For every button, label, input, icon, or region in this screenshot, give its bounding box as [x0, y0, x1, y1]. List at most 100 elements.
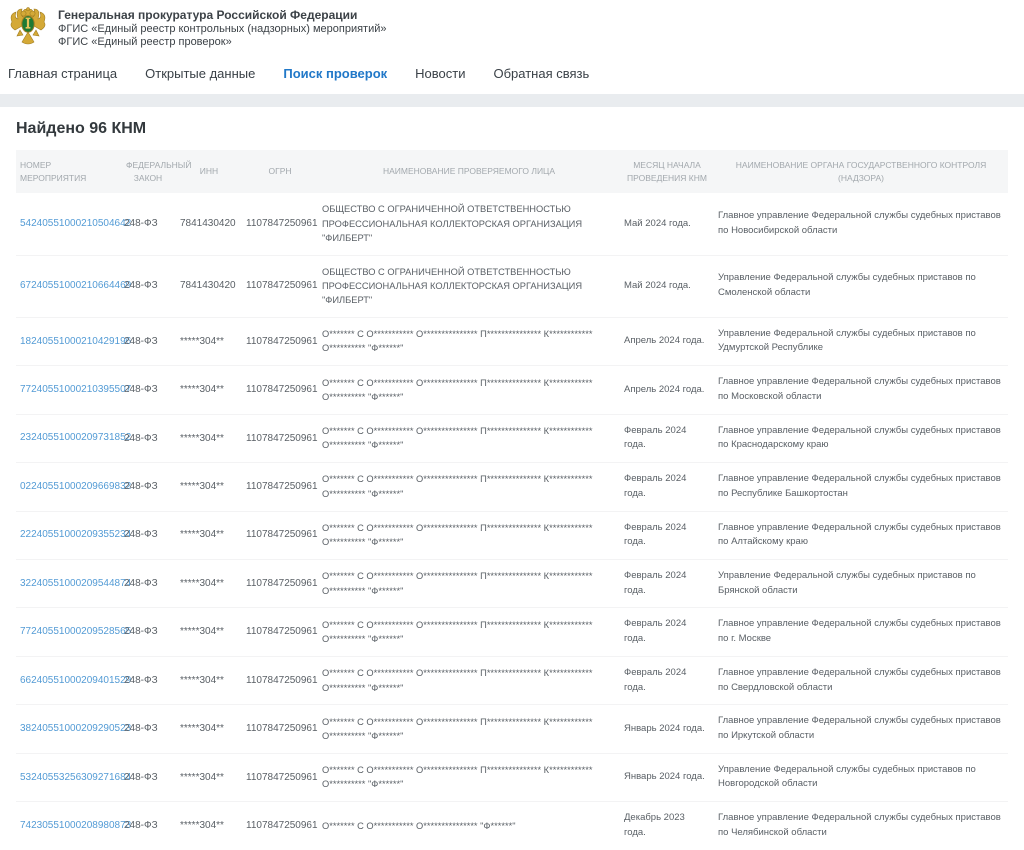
cell-start-month: Декабрь 2023 года. [620, 802, 714, 850]
cell-federal-law: 248-ФЗ [120, 414, 176, 462]
cell-authority: Главное управление Федеральной службы су… [714, 705, 1008, 753]
cell-event-number: 74230551000208980873 [16, 802, 120, 850]
header-titles: Генеральная прокуратура Российской Федер… [58, 6, 387, 50]
cell-start-month: Февраль 2024 года. [620, 559, 714, 607]
cell-event-number: 23240551000209731852 [16, 414, 120, 462]
cell-ogrn: 1107847250961 [242, 656, 318, 704]
cell-entity-name: О******* С О*********** О***************… [318, 559, 620, 607]
inspections-table: НОМЕР МЕРОПРИЯТИЯ ФЕДЕРАЛЬНЫЙ ЗАКОН ИНН … [16, 150, 1008, 850]
event-number-link[interactable]: 18240551000210429196 [20, 336, 131, 347]
cell-start-month: Апрель 2024 года. [620, 317, 714, 365]
table-row: 54240551000210504642 248-ФЗ 7841430420 1… [16, 193, 1008, 255]
system-name-line1: ФГИС «Единый реестр контрольных (надзорн… [58, 23, 387, 36]
cell-ogrn: 1107847250961 [242, 366, 318, 414]
table-body: 54240551000210504642 248-ФЗ 7841430420 1… [16, 193, 1008, 849]
cell-entity-name: О******* С О*********** О***************… [318, 608, 620, 656]
cell-entity-name: О******* С О*********** О***************… [318, 414, 620, 462]
org-name: Генеральная прокуратура Российской Федер… [58, 8, 387, 23]
cell-start-month: Февраль 2024 года. [620, 608, 714, 656]
event-number-link[interactable]: 77240551000210395507 [20, 384, 131, 395]
cell-inn: *****304** [176, 366, 242, 414]
cell-authority: Главное управление Федеральной службы су… [714, 414, 1008, 462]
cell-authority: Главное управление Федеральной службы су… [714, 608, 1008, 656]
cell-event-number: 32240551000209544874 [16, 559, 120, 607]
cell-inn: *****304** [176, 559, 242, 607]
event-number-link[interactable]: 38240551000209290523 [20, 723, 131, 734]
cell-start-month: Май 2024 года. [620, 255, 714, 317]
table-row: 32240551000209544874 248-ФЗ *****304** 1… [16, 559, 1008, 607]
cell-ogrn: 1107847250961 [242, 802, 318, 850]
table-header: НОМЕР МЕРОПРИЯТИЯ ФЕДЕРАЛЬНЫЙ ЗАКОН ИНН … [16, 150, 1008, 194]
table-row: 77240551000210395507 248-ФЗ *****304** 1… [16, 366, 1008, 414]
cell-ogrn: 1107847250961 [242, 705, 318, 753]
event-number-link[interactable]: 23240551000209731852 [20, 432, 131, 443]
cell-event-number: 77240551000210395507 [16, 366, 120, 414]
cell-entity-name: О******* С О*********** О***************… [318, 802, 620, 850]
col-header-law: ФЕДЕРАЛЬНЫЙ ЗАКОН [120, 150, 176, 194]
cell-authority: Главное управление Федеральной службы су… [714, 463, 1008, 511]
nav-item-home[interactable]: Главная страница [8, 66, 117, 81]
cell-federal-law: 248-ФЗ [120, 317, 176, 365]
cell-inn: *****304** [176, 511, 242, 559]
cell-federal-law: 248-ФЗ [120, 753, 176, 801]
cell-federal-law: 248-ФЗ [120, 802, 176, 850]
prosecutor-emblem-icon[interactable] [8, 6, 48, 48]
cell-start-month: Февраль 2024 года. [620, 463, 714, 511]
cell-federal-law: 248-ФЗ [120, 705, 176, 753]
cell-event-number: 38240551000209290523 [16, 705, 120, 753]
col-header-ogrn: ОГРН [242, 150, 318, 194]
cell-federal-law: 248-ФЗ [120, 366, 176, 414]
cell-authority: Управление Федеральной службы судебных п… [714, 317, 1008, 365]
event-number-link[interactable]: 54240551000210504642 [20, 218, 131, 229]
results-section: Найдено 96 КНМ НОМЕР МЕРОПРИЯТИЯ ФЕДЕРАЛ… [0, 107, 1024, 850]
cell-start-month: Февраль 2024 года. [620, 511, 714, 559]
event-number-link[interactable]: 32240551000209544874 [20, 578, 131, 589]
event-number-link[interactable]: 67240551000210664469 [20, 280, 131, 291]
cell-authority: Главное управление Федеральной службы су… [714, 193, 1008, 255]
table-row: 77240551000209528565 248-ФЗ *****304** 1… [16, 608, 1008, 656]
col-header-entity-name: НАИМЕНОВАНИЕ ПРОВЕРЯЕМОГО ЛИЦА [318, 150, 620, 194]
cell-inn: *****304** [176, 705, 242, 753]
nav-item-search-inspections[interactable]: Поиск проверок [283, 66, 387, 81]
nav-item-feedback[interactable]: Обратная связь [493, 66, 589, 81]
cell-event-number: 22240551000209355234 [16, 511, 120, 559]
table-row: 22240551000209355234 248-ФЗ *****304** 1… [16, 511, 1008, 559]
table-row: 18240551000210429196 248-ФЗ *****304** 1… [16, 317, 1008, 365]
system-name-line2: ФГИС «Единый реестр проверок» [58, 36, 387, 49]
cell-start-month: Май 2024 года. [620, 193, 714, 255]
cell-inn: 7841430420 [176, 255, 242, 317]
results-count-title: Найдено 96 КНМ [16, 107, 1008, 150]
cell-inn: *****304** [176, 608, 242, 656]
nav-item-news[interactable]: Новости [415, 66, 465, 81]
cell-start-month: Январь 2024 года. [620, 705, 714, 753]
event-number-link[interactable]: 77240551000209528565 [20, 626, 131, 637]
cell-authority: Управление Федеральной службы судебных п… [714, 753, 1008, 801]
cell-authority: Управление Федеральной службы судебных п… [714, 559, 1008, 607]
cell-federal-law: 248-ФЗ [120, 463, 176, 511]
cell-event-number: 77240551000209528565 [16, 608, 120, 656]
cell-ogrn: 1107847250961 [242, 255, 318, 317]
event-number-link[interactable]: 02240551000209669832 [20, 481, 131, 492]
event-number-link[interactable]: 66240551000209401529 [20, 675, 131, 686]
cell-ogrn: 1107847250961 [242, 193, 318, 255]
cell-authority: Главное управление Федеральной службы су… [714, 802, 1008, 850]
cell-start-month: Апрель 2024 года. [620, 366, 714, 414]
col-header-authority: НАИМЕНОВАНИЕ ОРГАНА ГОСУДАРСТВЕННОГО КОН… [714, 150, 1008, 194]
cell-ogrn: 1107847250961 [242, 753, 318, 801]
nav-item-open-data[interactable]: Открытые данные [145, 66, 255, 81]
cell-ogrn: 1107847250961 [242, 511, 318, 559]
site-header: Генеральная прокуратура Российской Федер… [0, 0, 1024, 54]
cell-inn: *****304** [176, 753, 242, 801]
event-number-link[interactable]: 53240553256309271684 [20, 772, 131, 783]
cell-entity-name: О******* С О*********** О***************… [318, 463, 620, 511]
cell-event-number: 53240553256309271684 [16, 753, 120, 801]
event-number-link[interactable]: 74230551000208980873 [20, 820, 131, 831]
cell-authority: Главное управление Федеральной службы су… [714, 366, 1008, 414]
table-row: 23240551000209731852 248-ФЗ *****304** 1… [16, 414, 1008, 462]
event-number-link[interactable]: 22240551000209355234 [20, 529, 131, 540]
cell-federal-law: 248-ФЗ [120, 255, 176, 317]
cell-authority: Управление Федеральной службы судебных п… [714, 255, 1008, 317]
cell-entity-name: ОБЩЕСТВО С ОГРАНИЧЕННОЙ ОТВЕТСТВЕННОСТЬЮ… [318, 193, 620, 255]
cell-authority: Главное управление Федеральной службы су… [714, 511, 1008, 559]
main-nav: Главная страница Открытые данные Поиск п… [0, 54, 1024, 94]
